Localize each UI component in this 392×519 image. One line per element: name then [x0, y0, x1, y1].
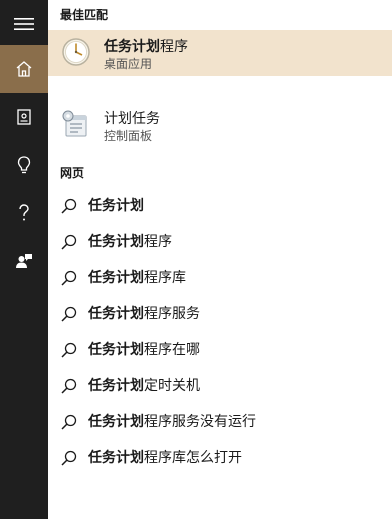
search-icon	[61, 270, 77, 286]
web-suggestion-label: 任务计划	[88, 198, 144, 214]
web-heading: 网页	[60, 166, 85, 180]
web-suggestion-label: 任务计划程序	[88, 234, 172, 250]
best-match-result[interactable]: 任务计划程序 桌面应用	[48, 30, 392, 76]
web-suggestion-label: 任务计划程序服务没有运行	[88, 414, 256, 430]
web-suggestion-label: 任务计划程序服务	[88, 306, 200, 322]
search-icon	[61, 234, 77, 250]
notebook-button[interactable]	[0, 93, 48, 141]
web-suggestion-item[interactable]: 任务计划程序库怎么打开	[48, 439, 392, 475]
control-panel-result-subtitle: 控制面板	[104, 129, 153, 143]
hamburger-menu-button[interactable]	[0, 0, 48, 48]
lightbulb-icon	[17, 156, 31, 174]
search-results-panel: 最佳匹配 任务计划程序 桌面应用 计划任务 控制面板 网页 任务计划 任务计划程序…	[48, 0, 392, 519]
web-suggestion-item[interactable]: 任务计划程序	[48, 223, 392, 259]
reminders-button[interactable]	[0, 141, 48, 189]
control-panel-result[interactable]: 计划任务 控制面板	[48, 102, 392, 148]
notebook-icon	[17, 109, 31, 125]
web-suggestion-label: 任务计划程序库	[88, 270, 186, 286]
control-panel-icon	[62, 110, 87, 137]
search-icon	[61, 306, 77, 322]
web-suggestion-item[interactable]: 任务计划程序库	[48, 259, 392, 295]
search-icon	[61, 378, 77, 394]
question-icon	[19, 204, 29, 221]
search-icon	[61, 450, 77, 466]
best-match-subtitle: 桌面应用	[104, 57, 153, 71]
best-match-name: 任务计划程序	[104, 39, 188, 55]
web-suggestion-label: 任务计划程序在哪	[88, 342, 200, 358]
web-suggestion-item[interactable]: 任务计划程序服务	[48, 295, 392, 331]
web-suggestion-item[interactable]: 任务计划	[48, 187, 392, 223]
web-suggestion-item[interactable]: 任务计划程序服务没有运行	[48, 403, 392, 439]
search-icon	[61, 414, 77, 430]
web-suggestion-label: 任务计划定时关机	[88, 378, 200, 394]
left-sidebar	[0, 0, 48, 519]
home-icon	[16, 61, 32, 77]
hamburger-menu-icon	[14, 18, 34, 30]
home-button[interactable]	[0, 45, 48, 93]
task-scheduler-clock-icon	[62, 38, 90, 66]
web-suggestion-item[interactable]: 任务计划定时关机	[48, 367, 392, 403]
control-panel-result-name: 计划任务	[104, 111, 160, 127]
web-suggestion-label: 任务计划程序库怎么打开	[88, 450, 242, 466]
help-button[interactable]	[0, 189, 48, 237]
feedback-button[interactable]	[0, 237, 48, 285]
search-icon	[61, 342, 77, 358]
search-icon	[61, 198, 77, 214]
feedback-person-icon	[16, 254, 32, 268]
best-match-heading: 最佳匹配	[60, 8, 109, 22]
web-suggestion-item[interactable]: 任务计划程序在哪	[48, 331, 392, 367]
